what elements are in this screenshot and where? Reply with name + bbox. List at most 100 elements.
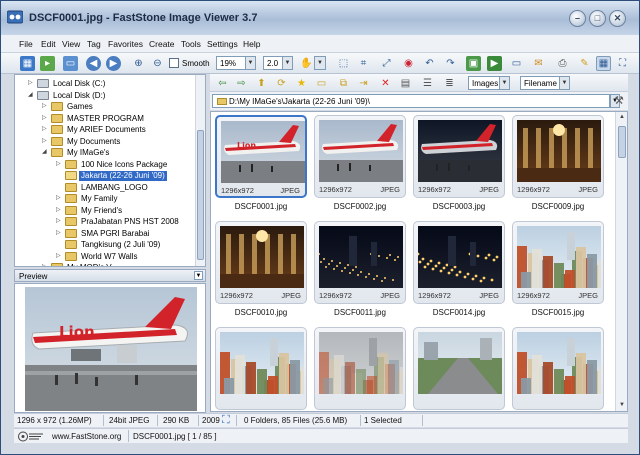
tree-item[interactable]: Jakarta (22-26 Juni '09) <box>15 170 195 182</box>
delete-icon[interactable]: ✕ <box>378 76 393 91</box>
thumbnail-card[interactable] <box>512 327 604 410</box>
menu-settings[interactable]: Settings <box>207 39 238 49</box>
back-icon[interactable]: ⇦ <box>215 76 230 91</box>
tree-scrollbar[interactable] <box>195 75 205 266</box>
copy-icon[interactable]: ⧉ <box>336 76 351 91</box>
scroll-thumb[interactable] <box>197 130 204 260</box>
move-icon[interactable]: ⇥ <box>356 76 371 91</box>
next-icon[interactable]: ▶ <box>106 56 121 71</box>
tree-item[interactable]: ▷ My ARIEF Documents <box>15 124 195 136</box>
website-link[interactable]: www.FastStone.org <box>52 432 121 441</box>
expand-arrow-icon[interactable]: ▷ <box>56 230 63 237</box>
thumbnail-grid[interactable]: ▲ ▼ Lion 1296x972 JPEG DSCF0001.jpg 1296x972… <box>210 111 628 412</box>
menu-file[interactable]: File <box>19 39 33 49</box>
collapse-arrow-icon[interactable]: ◢ <box>42 149 49 156</box>
favorite-icon[interactable]: ★ <box>294 76 309 91</box>
hand-dropdown[interactable]: ▼ <box>314 56 326 70</box>
scroll-down-icon[interactable]: ▼ <box>617 400 627 410</box>
tree-item[interactable]: ▷ My MOD's V... <box>15 262 195 266</box>
expand-arrow-icon[interactable]: ▷ <box>42 103 49 110</box>
folder-icon[interactable]: ▭ <box>63 56 78 71</box>
tree-item[interactable]: ▷ My Friend's <box>15 205 195 217</box>
menu-tag[interactable]: Tag <box>87 39 101 49</box>
resize-icon[interactable]: ⤢ <box>379 56 394 71</box>
list-view-icon[interactable]: ☰ <box>420 76 435 91</box>
tree-item[interactable]: ▷ My Family <box>15 193 195 205</box>
print-icon[interactable]: ⎙ <box>555 56 570 71</box>
expand-arrow-icon[interactable]: ▷ <box>42 126 49 133</box>
expand-arrow-icon[interactable]: ▷ <box>56 161 63 168</box>
scroll-up-icon[interactable]: ▲ <box>617 112 627 122</box>
thumbnail-card[interactable] <box>314 327 406 410</box>
thumbnail-card[interactable] <box>413 327 505 410</box>
thumbnail-card[interactable]: 1296x972 JPEG <box>512 115 604 198</box>
tree-item[interactable]: ▷ World W7 Walls <box>15 251 195 263</box>
expand-arrow-icon[interactable]: ▷ <box>56 253 63 260</box>
tree-item[interactable]: ▷ 100 Nice Icons Package <box>15 159 195 171</box>
crop-icon[interactable]: ⌗ <box>356 56 371 71</box>
tree-item[interactable]: ◢ My IMaGe's <box>15 147 195 159</box>
up-folder-icon[interactable]: ⬆ <box>254 76 269 91</box>
tree-item[interactable]: ▷ Local Disk (C:) <box>15 78 195 90</box>
path-input[interactable]: D:\My IMaGe's\Jakarta (22-26 Juni '09)\ <box>212 94 610 108</box>
collapse-icon[interactable]: ▼ <box>194 271 203 280</box>
layout-icon[interactable]: ▦ <box>596 56 611 71</box>
tree-item[interactable]: ▷ Games <box>15 101 195 113</box>
fullscreen-icon[interactable]: ⛶ <box>615 56 630 71</box>
browser-icon[interactable]: ▦ <box>20 56 35 71</box>
menu-tools[interactable]: Tools <box>181 39 201 49</box>
expand-arrow-icon[interactable]: ▷ <box>28 80 35 87</box>
refresh-icon[interactable]: ⟳ <box>274 76 289 91</box>
email-icon[interactable]: ✉ <box>531 56 546 71</box>
maximize-button[interactable]: □ <box>589 10 606 27</box>
expand-arrow-icon[interactable]: ▷ <box>42 115 49 122</box>
thumbnail-filename[interactable]: DSCF0011.jpg <box>310 308 410 317</box>
thumbnail-card[interactable]: 1296x972 JPEG <box>314 115 406 198</box>
tag-icon[interactable]: ✎ <box>577 56 592 71</box>
sort-combo[interactable]: Filename ▼ <box>520 76 570 90</box>
tree-item[interactable]: ▷ SMA PGRI Barabai <box>15 228 195 240</box>
menu-create[interactable]: Create <box>149 39 175 49</box>
menu-view[interactable]: View <box>62 39 80 49</box>
minimize-button[interactable]: – <box>569 10 586 27</box>
details-view-icon[interactable]: ≣ <box>442 76 457 91</box>
hand-icon[interactable]: ✋ <box>299 56 314 71</box>
thumbnail-filename[interactable]: DSCF0003.jpg <box>409 202 509 211</box>
new-folder-icon[interactable]: ▭ <box>314 76 329 91</box>
thumbnail-filename[interactable]: DSCF0010.jpg <box>211 308 311 317</box>
expand-arrow-icon[interactable]: ▷ <box>42 264 49 266</box>
thumbnail-card[interactable] <box>215 327 307 410</box>
menu-edit[interactable]: Edit <box>41 39 56 49</box>
thumbnail-filename[interactable]: DSCF0002.jpg <box>310 202 410 211</box>
thumbnail-filename[interactable]: DSCF0015.jpg <box>508 308 608 317</box>
tree-item[interactable]: ▷ PraJabatan PNS HST 2008 <box>15 216 195 228</box>
thumbnail-card[interactable]: 1296x972 JPEG <box>413 221 505 304</box>
expand-arrow-icon[interactable]: ▷ <box>56 195 63 202</box>
step-combo[interactable]: 2.0 ▼ <box>263 56 293 70</box>
previous-icon[interactable]: ◀ <box>86 56 101 71</box>
play-icon[interactable]: ▶ <box>487 56 502 71</box>
redeye-icon[interactable]: ◉ <box>401 56 416 71</box>
expand-arrow-icon[interactable]: ▷ <box>56 207 63 214</box>
smooth-checkbox[interactable] <box>169 58 179 68</box>
fit-icon[interactable]: ⛶ <box>222 414 230 426</box>
collapse-arrow-icon[interactable]: ◢ <box>28 92 35 99</box>
thumbnail-card[interactable]: 1296x972 JPEG <box>314 221 406 304</box>
tree-item[interactable]: ◢ Local Disk (D:) <box>15 90 195 102</box>
tools-icon[interactable]: ⚒ <box>614 94 624 107</box>
thumbnail-scrollbar[interactable]: ▲ ▼ <box>615 112 627 411</box>
folder-tree[interactable]: ▷ Local Disk (C:) ◢ Local Disk (D:) ▷ Games ▷ M… <box>14 74 206 267</box>
tree-item[interactable]: Tangkisung (2 Juli '09) <box>15 239 195 251</box>
thumbnail-card[interactable]: Lion 1296x972 JPEG <box>215 115 307 198</box>
menu-favorites[interactable]: Favorites <box>108 39 143 49</box>
thumbnail-card[interactable]: 1296x972 JPEG <box>512 221 604 304</box>
menu-help[interactable]: Help <box>243 39 260 49</box>
scroll-thumb[interactable] <box>618 126 626 158</box>
open-icon[interactable]: ▸ <box>40 56 55 71</box>
tree-item[interactable]: ▷ My Documents <box>15 136 195 148</box>
tree-item[interactable]: LAMBANG_LOGO <box>15 182 195 194</box>
close-button[interactable]: ✕ <box>609 10 626 27</box>
tree-item[interactable]: ▷ MASTER PROGRAM <box>15 113 195 125</box>
thumb-view-icon[interactable]: ▤ <box>398 76 413 91</box>
zoom-out-icon[interactable]: ⊖ <box>150 56 165 71</box>
